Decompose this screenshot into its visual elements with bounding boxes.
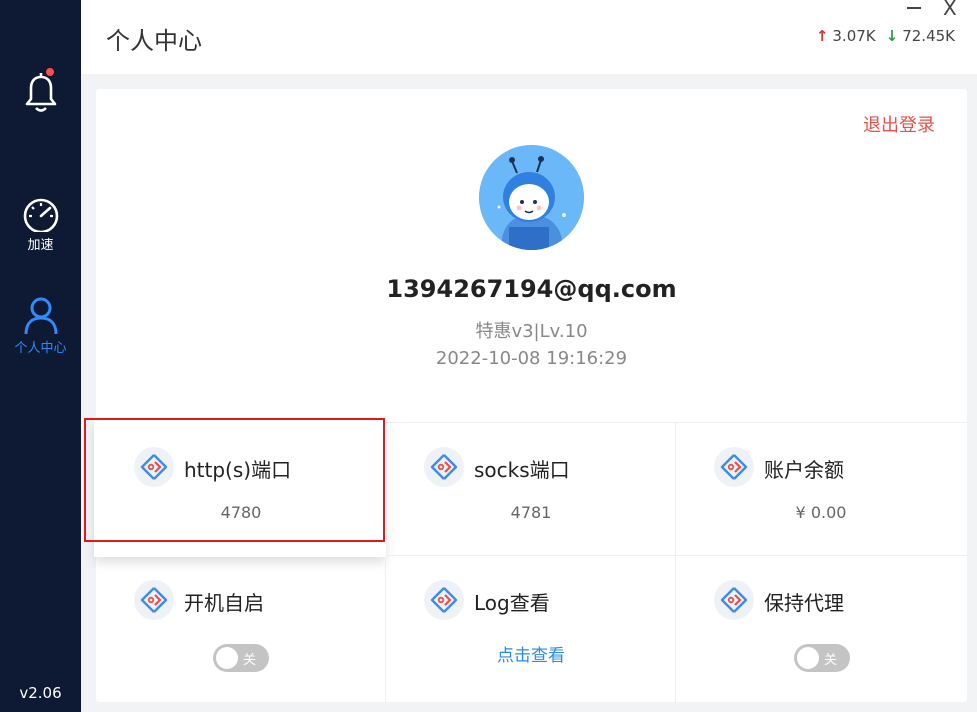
avatar-mascot-image [479,145,584,250]
keep-proxy-toggle[interactable]: 关 [794,644,850,672]
grid-cell-autostart: 开机自启 关 [96,556,386,703]
app-window: 加速 个人中心 v2.06 个人中心 X ↑ 3.07K ↓ 72.45K 退出… [0,0,977,712]
grid-cell-balance: 账户余额 ¥ 0.00 [676,423,967,556]
download-arrow-icon: ↓ [885,27,899,45]
minimize-button[interactable] [903,0,927,20]
cell-value: ¥ 0.00 [795,503,847,522]
cell-title: 账户余额 [764,458,844,482]
user-level: 特惠v3|Lv.10 [475,321,588,342]
balance-icon [714,447,754,487]
cell-value: 4781 [510,503,552,522]
upload-speed: 3.07K [832,27,876,45]
grid-cell-socks-port: socks端口 4781 [386,423,676,556]
header: 个人中心 X ↑ 3.07K ↓ 72.45K [81,0,977,74]
page-title: 个人中心 [106,27,202,55]
cell-title: http(s)端口 [184,458,292,482]
grid-cell-log: Log查看 点击查看 [386,556,676,703]
highlight-cell-bg [94,420,386,557]
bell-icon [25,73,56,112]
toggle-knob [797,647,819,669]
close-button[interactable]: X [943,0,957,20]
sidebar-item-speed[interactable]: 加速 [0,198,81,253]
sidebar: 加速 个人中心 v2.06 [0,0,81,712]
toggle-label: 关 [243,653,257,668]
keep-proxy-icon [714,580,754,620]
toggle-knob [216,647,238,669]
log-icon [424,580,464,620]
cell-title: socks端口 [474,458,570,482]
profile-card: 退出登录 1394267194@qq.com 特惠v3|Lv.10 2022-1… [84,89,967,703]
cell-value: 4780 [220,503,262,522]
info-grid: http(s)端口 4780 socks端口 4781 账户余额 ¥ 0.00 … [84,418,967,703]
cell-title: 开机自启 [184,591,264,615]
login-time: 2022-10-08 19:16:29 [435,348,628,369]
sidebar-item-label: 个人中心 [14,341,67,356]
traffic-stats: ↑ 3.07K ↓ 72.45K [816,27,955,45]
notification-bell-button[interactable] [0,67,81,114]
view-log-link[interactable]: 点击查看 [386,641,676,666]
cell-title: Log查看 [474,591,550,615]
port-icon [134,447,174,487]
toggle-label: 关 [824,653,838,668]
grid-cell-http-port: http(s)端口 4780 [84,418,386,557]
port-icon [424,447,464,487]
cell-title: 保持代理 [764,591,844,615]
sidebar-item-label: 加速 [27,238,54,253]
download-speed: 72.45K [902,27,955,45]
upload-arrow-icon: ↑ [815,27,829,45]
speedometer-icon [23,198,58,232]
user-icon [24,297,57,335]
grid-cell-keep-proxy: 保持代理 关 [676,556,967,703]
notification-badge [45,67,55,77]
autostart-icon [134,580,174,620]
autostart-toggle[interactable]: 关 [213,644,269,672]
sidebar-item-profile[interactable]: 个人中心 [0,297,81,356]
avatar [479,145,584,250]
logout-link[interactable]: 退出登录 [863,111,935,137]
version-label: v2.06 [19,684,62,702]
user-email: 1394267194@qq.com [386,275,677,303]
